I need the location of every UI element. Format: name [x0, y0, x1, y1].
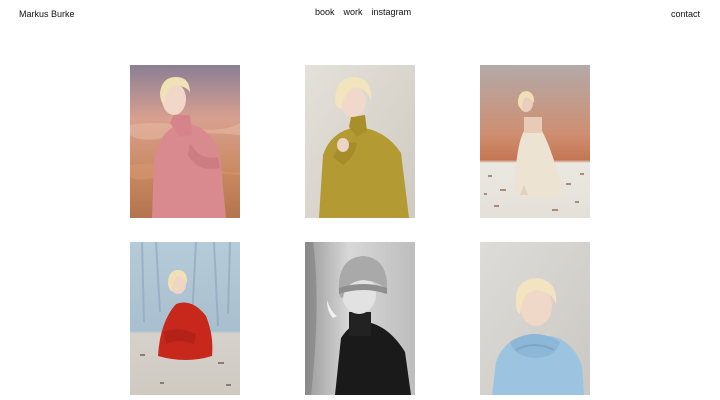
nav-instagram-link[interactable]: instagram [372, 6, 412, 18]
gallery-photo-5[interactable] [305, 242, 415, 395]
nav-work-link[interactable]: work [344, 6, 363, 18]
photo-black-white-beanie-image [305, 242, 415, 395]
site-name-link[interactable]: Markus Burke [19, 8, 75, 20]
photo-mustard-sweater-image [305, 65, 415, 218]
gallery-photo-1[interactable] [130, 65, 240, 218]
gallery-photo-6[interactable] [480, 242, 590, 395]
nav-book-link[interactable]: book [315, 6, 335, 18]
gallery-photo-2[interactable] [305, 65, 415, 218]
photo-red-dress-image [130, 242, 240, 395]
photo-pink-sweater-image [130, 65, 240, 218]
gallery-photo-4[interactable] [130, 242, 240, 395]
gallery-photo-3[interactable] [480, 65, 590, 218]
photo-cream-dress-image [480, 65, 590, 218]
contact-link[interactable]: contact [671, 8, 700, 20]
portfolio-page: Markus Burke book work instagram contact [0, 0, 720, 400]
main-nav: book work instagram [315, 6, 411, 18]
photo-blue-sweater-image [480, 242, 590, 395]
